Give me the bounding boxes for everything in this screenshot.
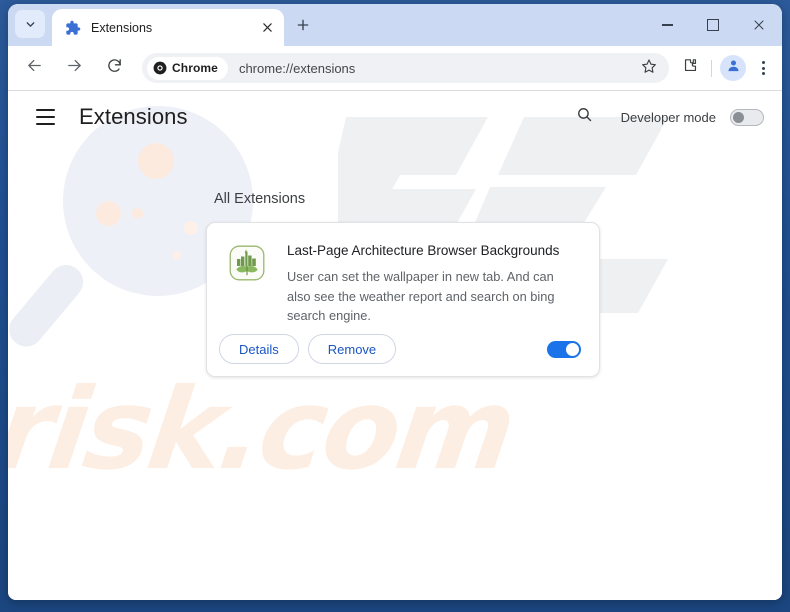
extensions-button[interactable] bbox=[675, 53, 705, 83]
maximize-button[interactable] bbox=[690, 4, 736, 46]
browser-tab-extensions[interactable]: Extensions bbox=[52, 9, 284, 46]
developer-mode-label: Developer mode bbox=[620, 109, 716, 125]
brand-watermark-text: risk.com bbox=[8, 365, 521, 495]
profile-button[interactable] bbox=[720, 55, 746, 81]
page-title: Extensions bbox=[79, 104, 188, 129]
back-button[interactable] bbox=[18, 52, 50, 84]
watermark-dot bbox=[138, 143, 174, 179]
close-button[interactable] bbox=[736, 4, 782, 46]
url-text[interactable]: chrome://extensions bbox=[239, 61, 637, 76]
watermark-dot bbox=[132, 208, 143, 219]
forward-button[interactable] bbox=[58, 52, 90, 84]
extension-enabled-toggle[interactable] bbox=[547, 340, 581, 358]
watermark-dot bbox=[96, 201, 121, 226]
toggle-knob bbox=[733, 111, 744, 123]
extension-description: User can set the wallpaper in new tab. A… bbox=[287, 268, 555, 324]
new-tab-button[interactable] bbox=[291, 15, 315, 39]
screenshot-root: Extensions Chrome chrome://extensions ri… bbox=[0, 0, 790, 612]
tab-title: Extensions bbox=[91, 20, 153, 35]
extension-card-body: Last-Page Architecture Browser Backgroun… bbox=[207, 223, 599, 326]
extension-info: Last-Page Architecture Browser Backgroun… bbox=[287, 243, 579, 326]
extension-card: Last-Page Architecture Browser Backgroun… bbox=[206, 222, 600, 377]
reload-button[interactable] bbox=[98, 52, 130, 84]
plus-icon bbox=[296, 18, 310, 37]
tab-strip: Extensions bbox=[8, 4, 782, 46]
toolbar-divider bbox=[711, 59, 712, 77]
toggle-knob bbox=[566, 342, 579, 356]
window-controls bbox=[644, 4, 782, 46]
browser-window: Extensions Chrome chrome://extensions ri… bbox=[8, 4, 782, 600]
chevron-down-icon bbox=[24, 18, 37, 31]
hamburger-line bbox=[35, 109, 55, 112]
tab-search-button[interactable] bbox=[15, 10, 45, 38]
developer-mode-toggle[interactable] bbox=[730, 108, 764, 126]
reload-icon bbox=[106, 57, 123, 79]
details-button[interactable]: Details bbox=[219, 334, 299, 364]
watermark-dot bbox=[172, 251, 181, 260]
extensions-header: Extensions Developer mode bbox=[8, 91, 782, 143]
three-dot-menu-icon bbox=[761, 71, 765, 75]
hamburger-line bbox=[35, 116, 55, 118]
chrome-chip-label: Chrome bbox=[172, 61, 218, 75]
bookmark-button[interactable] bbox=[637, 56, 661, 80]
browser-toolbar: Chrome chrome://extensions bbox=[8, 46, 782, 90]
extension-name: Last-Page Architecture Browser Backgroun… bbox=[287, 243, 560, 258]
forward-arrow-icon bbox=[66, 57, 83, 79]
chrome-menu-button[interactable] bbox=[750, 55, 776, 81]
maximize-icon bbox=[707, 19, 719, 31]
three-dot-menu-icon bbox=[761, 66, 765, 70]
back-arrow-icon bbox=[26, 57, 43, 79]
search-extensions-button[interactable] bbox=[571, 103, 599, 131]
tab-close-icon[interactable] bbox=[258, 19, 276, 37]
search-icon bbox=[576, 106, 593, 128]
minimize-icon bbox=[661, 24, 673, 26]
profile-avatar-icon bbox=[726, 58, 741, 78]
extensions-puzzle-icon bbox=[682, 57, 699, 79]
extensions-page: risk.com Extensions Developer mode All E… bbox=[8, 91, 782, 600]
close-icon bbox=[753, 19, 765, 31]
all-extensions-label: All Extensions bbox=[214, 191, 306, 207]
minimize-button[interactable] bbox=[644, 4, 690, 46]
magnifying-glass-watermark bbox=[8, 258, 91, 354]
watermark-dot bbox=[184, 221, 198, 235]
chrome-origin-chip[interactable]: Chrome bbox=[147, 56, 228, 80]
extension-card-footer: Details Remove bbox=[207, 322, 599, 376]
hamburger-menu-icon[interactable] bbox=[32, 104, 58, 130]
star-icon bbox=[641, 58, 657, 79]
three-dot-menu-icon bbox=[761, 61, 765, 65]
puzzle-piece-icon bbox=[64, 19, 81, 36]
green-city-leaves-icon bbox=[229, 245, 265, 281]
hamburger-line bbox=[35, 122, 55, 125]
chrome-logo-icon bbox=[152, 61, 167, 76]
remove-button[interactable]: Remove bbox=[307, 334, 397, 364]
address-bar[interactable]: Chrome chrome://extensions bbox=[142, 53, 669, 83]
